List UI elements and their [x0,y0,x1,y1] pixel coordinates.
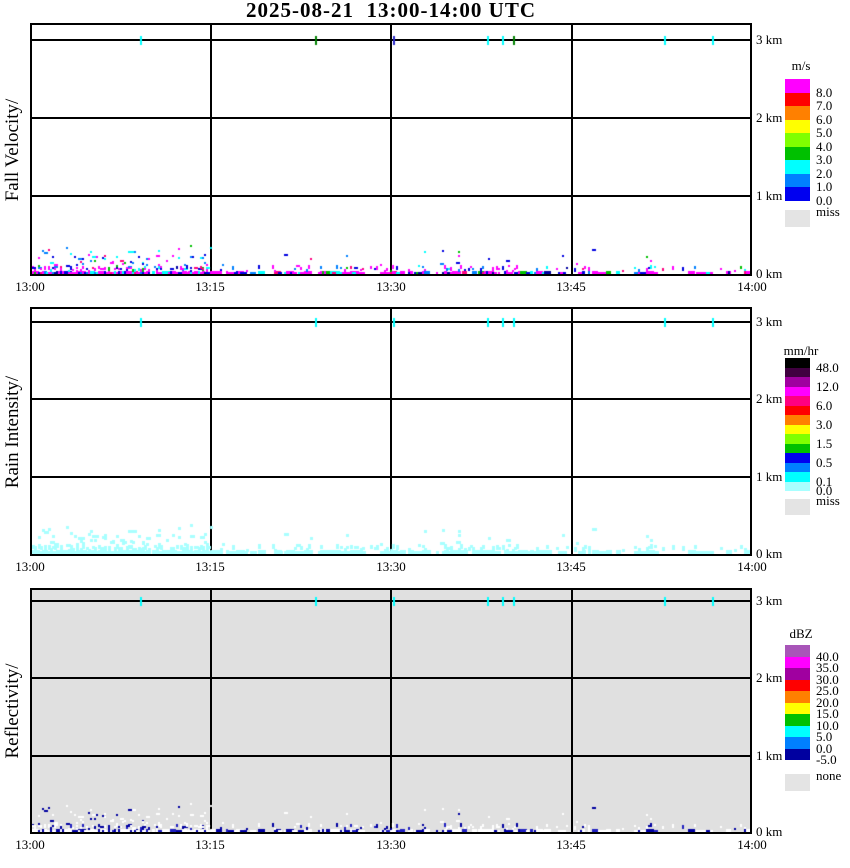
colorbar-units-ms: m/s [791,58,811,73]
colorbar-missing-swatch [785,774,810,791]
colorbar-cell-label: -5.0 [816,752,837,767]
colorbar-cell [785,386,810,396]
panel-title-dBZ: Reflectivity/ [2,663,23,759]
colorbar-cell [785,358,810,368]
colorbar-cell [785,691,810,703]
colorbar-missing-swatch [785,499,810,515]
colorbar-cell [785,405,810,415]
colorbar-cell [785,367,810,377]
colorbar-missing-label: miss [816,493,840,508]
colorbar-cell [785,160,810,174]
colorbar-cell [785,725,810,737]
km-label: 1 km [756,469,783,484]
time-tick-label: 13:00 [15,559,45,574]
colorbar-missing-label: none [816,768,842,783]
time-tick-label: 13:15 [195,559,225,574]
time-tick-label: 14:00 [737,279,767,294]
colorbar-cell [785,453,810,463]
km-label: 3 km [756,314,783,329]
echo-canvas-dBZ [32,590,750,832]
time-tick-label: 13:00 [15,837,45,852]
colorbar-cell [785,377,810,387]
colorbar-cell [785,714,810,726]
km-label: 3 km [756,593,783,608]
colorbar-cell [785,396,810,406]
colorbar-cell [785,119,810,133]
colorbar-cell [785,443,810,453]
colorbar-cell [785,748,810,760]
time-tick-label: 14:00 [737,837,767,852]
time-tick-label: 13:45 [556,279,586,294]
time-tick-label: 13:30 [376,837,406,852]
colorbar-cell [785,702,810,714]
colorbar-cell-label: 6.0 [816,397,833,413]
time-tick-label: 13:15 [195,837,225,852]
km-label: 3 km [756,32,783,47]
km-label: 2 km [756,391,783,406]
colorbar-cell [785,656,810,668]
plot-title: 2025-08-21 13:00-14:00 UTC [245,0,537,22]
colorbar-cell [785,481,810,491]
km-label: 1 km [756,188,783,203]
colorbar-cell [785,668,810,680]
colorbar-cell [785,737,810,749]
colorbar-cell-label: 48.0 [816,359,839,375]
time-tick-label: 13:45 [556,559,586,574]
panel-title-mmhr: Rain Intensity/ [2,375,23,488]
colorbar-cell [785,415,810,425]
colorbar-units-mmhr: mm/hr [783,343,819,358]
time-tick-label: 13:15 [195,279,225,294]
colorbar-cell [785,645,810,657]
colorbar-missing-label: miss [816,204,840,219]
echo-canvas-ms [32,25,750,274]
time-tick-label: 13:30 [376,279,406,294]
colorbar-cell [785,79,810,93]
colorbar-cell [785,679,810,691]
km-label: 1 km [756,748,783,763]
colorbar-cell [785,472,810,482]
colorbar-cell [785,106,810,120]
time-tick-label: 13:45 [556,837,586,852]
colorbar-cell [785,92,810,106]
colorbar-cell [785,462,810,472]
colorbar-cell-label: 12.0 [816,378,839,394]
colorbar-cell-label: 1.5 [816,435,833,451]
colorbar-cell-label: 3.0 [816,416,833,432]
mrr-quicklook-page: 2025-08-21 13:00-14:00 UTC Fall Velocity… [0,0,850,868]
colorbar-cell [785,146,810,160]
time-tick-label: 14:00 [737,559,767,574]
time-tick-label: 13:30 [376,559,406,574]
colorbar-cell [785,173,810,187]
panel-title-ms: Fall Velocity/ [2,98,23,201]
km-label: 2 km [756,670,783,685]
colorbar-cell [785,133,810,147]
colorbar-cell [785,434,810,444]
colorbar-units-dBZ: dBZ [789,626,813,641]
colorbar-cell-label: 0.5 [816,454,833,470]
colorbar-cell [785,187,810,201]
time-tick-label: 13:00 [15,279,45,294]
colorbar-missing-swatch [785,210,810,227]
echo-canvas-mmhr [32,309,750,554]
colorbar-cell [785,424,810,434]
km-label: 2 km [756,110,783,125]
